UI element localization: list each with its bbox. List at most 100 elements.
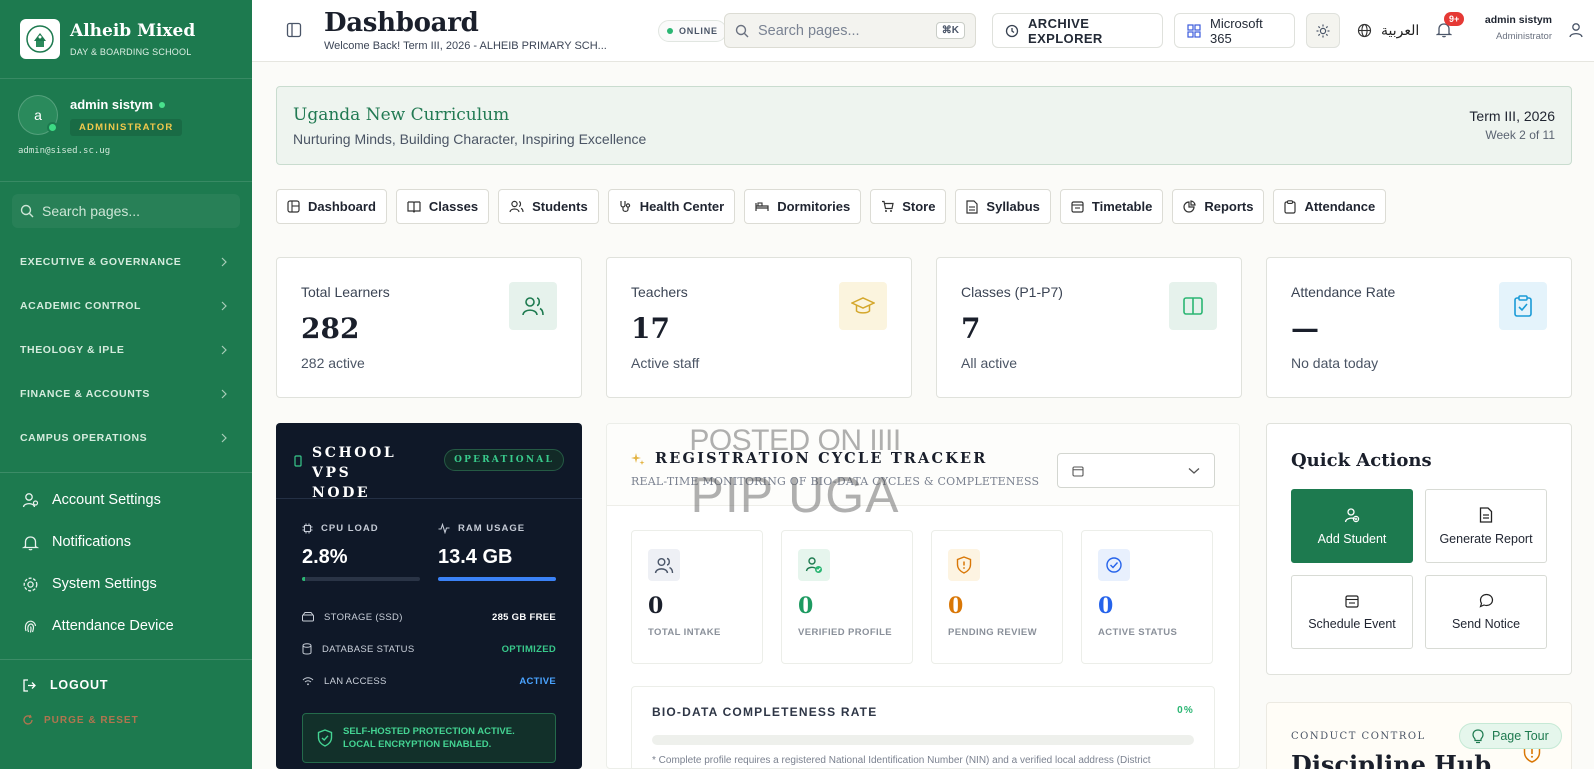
stat-card-classes[interactable]: Classes (P1-P7) 7 All active <box>936 257 1242 398</box>
tracker-title: REGISTRATION CYCLE TRACKER <box>655 450 988 467</box>
sidebar-item-account-settings[interactable]: Account Settings <box>0 479 252 521</box>
schedule-event-button[interactable]: Schedule Event <box>1291 575 1413 649</box>
sidebar-group-executive[interactable]: EXECUTIVE & GOVERNANCE <box>0 240 252 284</box>
book-open-icon <box>1169 282 1217 330</box>
tab-health-center[interactable]: Health Center <box>607 189 736 224</box>
lan-row: LAN ACCESS ACTIVE <box>276 665 582 697</box>
dashboard-icon <box>287 200 300 213</box>
bell-icon <box>22 534 39 551</box>
stat-subtext: 282 active <box>301 355 365 371</box>
tab-label: Syllabus <box>986 199 1040 214</box>
current-week: Week 2 of 11 <box>1485 128 1555 142</box>
add-student-button[interactable]: Add Student <box>1291 489 1413 563</box>
schedule-event-label: Schedule Event <box>1308 616 1396 631</box>
module-tabs: Dashboard Classes Students Health Center… <box>276 189 1387 224</box>
history-icon <box>1005 24 1019 38</box>
pending-review-card[interactable]: 0 PENDING REVIEW <box>931 530 1063 664</box>
check-circle-icon <box>1098 549 1130 581</box>
stat-card-total-learners[interactable]: Total Learners 282 282 active <box>276 257 582 398</box>
file-text-icon <box>1479 506 1493 523</box>
message-circle-icon <box>1479 593 1494 608</box>
archive-explorer-button[interactable]: ARCHIVE EXPLORER <box>992 13 1163 48</box>
school-logo <box>20 19 60 59</box>
tab-reports[interactable]: Reports <box>1172 189 1265 224</box>
avatar-initial: a <box>34 107 42 123</box>
tab-students[interactable]: Students <box>498 189 599 224</box>
tab-label: Students <box>532 199 588 214</box>
sidebar-search-input[interactable]: Search pages... <box>12 194 240 228</box>
stat-subtext: All active <box>961 355 1018 371</box>
purge-reset-button[interactable]: PURGE & RESET <box>0 704 252 736</box>
microsoft-365-button[interactable]: Microsoft 365 <box>1174 13 1295 48</box>
storage-label: STORAGE (SSD) <box>324 611 403 623</box>
avatar[interactable]: a <box>18 95 58 135</box>
users-icon <box>509 282 557 330</box>
active-status-value: 0 <box>1098 593 1114 619</box>
cycle-select[interactable] <box>1057 453 1215 488</box>
fingerprint-icon <box>22 618 39 635</box>
tab-label: Dashboard <box>308 199 376 214</box>
security-line: SELF-HOSTED PROTECTION ACTIVE. <box>343 726 515 737</box>
bed-icon <box>755 200 769 213</box>
page-title: Dashboard <box>324 8 479 38</box>
tab-classes[interactable]: Classes <box>395 189 490 224</box>
sidebar-item-notifications[interactable]: Notifications <box>0 521 252 563</box>
calendar-icon <box>1072 465 1084 477</box>
sidebar-item-system-settings[interactable]: System Settings <box>0 563 252 605</box>
user-check-icon <box>798 549 830 581</box>
pie-chart-icon <box>1183 200 1197 213</box>
active-status-card[interactable]: 0 ACTIVE STATUS <box>1081 530 1213 664</box>
cart-icon <box>881 200 894 213</box>
sidebar-group-campus[interactable]: CAMPUS OPERATIONS <box>0 416 252 460</box>
total-intake-label: TOTAL INTAKE <box>648 627 721 638</box>
logout-button[interactable]: LOGOUT <box>0 666 252 704</box>
globe-icon <box>1357 23 1372 38</box>
cpu-progress-bar <box>302 577 420 581</box>
header-user-role: Administrator <box>1496 31 1552 42</box>
send-notice-button[interactable]: Send Notice <box>1425 575 1547 649</box>
tab-attendance[interactable]: Attendance <box>1273 189 1387 224</box>
sidebar-group-theology[interactable]: THEOLOGY & IPLE <box>0 328 252 372</box>
tab-syllabus[interactable]: Syllabus <box>955 189 1051 224</box>
search-input[interactable]: Search pages... ⌘K <box>724 13 976 48</box>
user-icon[interactable] <box>1568 22 1584 38</box>
sidebar-group-label: FINANCE & ACCOUNTS <box>20 388 150 400</box>
stat-card-attendance-rate[interactable]: Attendance Rate — No data today <box>1266 257 1572 398</box>
page-tour-button[interactable]: Page Tour <box>1459 723 1562 749</box>
header-user-menu[interactable]: admin sistym Administrator <box>1474 14 1552 42</box>
tab-store[interactable]: Store <box>870 189 947 224</box>
sidebar-item-label: Account Settings <box>52 492 161 508</box>
status-badge: ONLINE <box>658 20 727 42</box>
tab-dormitories[interactable]: Dormitories <box>744 189 862 224</box>
users-icon <box>648 549 680 581</box>
theme-toggle-button[interactable] <box>1306 13 1340 48</box>
banner-title: Uganda New Curriculum <box>293 105 510 125</box>
completeness-label: BIO-DATA COMPLETENESS RATE <box>652 705 878 719</box>
sidebar-group-academic[interactable]: ACADEMIC CONTROL <box>0 284 252 328</box>
server-icon <box>294 455 302 467</box>
logout-label: LOGOUT <box>50 678 109 692</box>
search-icon <box>735 24 749 38</box>
stat-card-teachers[interactable]: Teachers 17 Active staff <box>606 257 912 398</box>
security-notice: SELF-HOSTED PROTECTION ACTIVE. LOCAL ENCR… <box>302 713 556 763</box>
security-line: LOCAL ENCRYPTION ENABLED. <box>343 739 492 750</box>
activity-icon <box>438 523 450 534</box>
school-brand[interactable]: Alheib Mixed DAY & BOARDING SCHOOL <box>0 0 252 79</box>
search-placeholder: Search pages... <box>758 22 860 39</box>
lan-value: ACTIVE <box>519 675 556 687</box>
status-dot <box>159 101 166 108</box>
tab-dashboard[interactable]: Dashboard <box>276 189 387 224</box>
book-open-icon <box>407 200 421 213</box>
sidebar-toggle-icon[interactable] <box>286 22 302 38</box>
lan-label: LAN ACCESS <box>324 675 387 687</box>
search-icon <box>20 204 34 218</box>
sidebar-group-finance[interactable]: FINANCE & ACCOUNTS <box>0 372 252 416</box>
sidebar-item-attendance-device[interactable]: Attendance Device <box>0 605 252 647</box>
generate-report-button[interactable]: Generate Report <box>1425 489 1547 563</box>
database-label: DATABASE STATUS <box>322 643 415 655</box>
language-switcher[interactable]: العربية <box>1357 22 1419 39</box>
sidebar-item-label: Attendance Device <box>52 618 174 634</box>
tab-timetable[interactable]: Timetable <box>1059 189 1164 224</box>
verified-profile-card[interactable]: 0 VERIFIED PROFILE <box>781 530 913 664</box>
total-intake-card[interactable]: 0 TOTAL INTAKE <box>631 530 763 664</box>
